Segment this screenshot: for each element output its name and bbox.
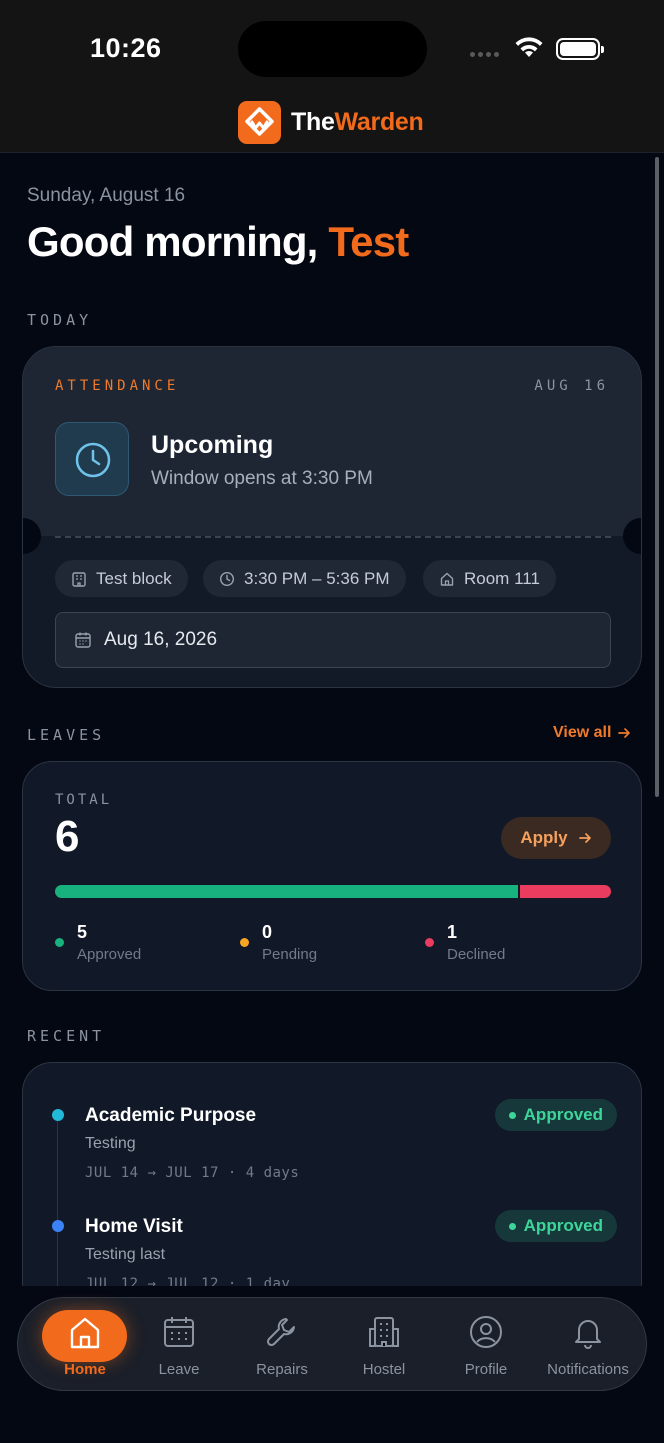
warden-logo-icon [238,101,281,144]
leave-dates: JUL 14 → JUL 17 · 4 days [85,1165,300,1181]
leave-note: Testing last [85,1246,166,1263]
block-chip: Test block [55,560,188,597]
attendance-card[interactable]: ATTENDANCE AUG 16 Upcoming Window opens … [22,346,642,688]
view-all-link[interactable]: View all [553,724,631,742]
calendar-icon [75,632,91,648]
attendance-window: Window opens at 3:30 PM [151,468,373,489]
list-item[interactable]: Academic Purpose Testing JUL 14 → JUL 17… [23,1073,643,1181]
section-label-recent: RECENT [27,1027,106,1045]
timeline-bullet [52,1220,64,1232]
leave-title: Home Visit [85,1216,183,1237]
status-badge: Approved [494,1099,617,1131]
app-header: 10:26 TheWarden [0,0,664,153]
brand-name: TheWarden [291,108,424,136]
calendar-icon [164,1317,194,1347]
date-field[interactable]: Aug 16, 2026 [55,612,611,668]
date-field-value: Aug 16, 2026 [104,629,218,650]
block-name: Test block [96,568,172,588]
bottom-nav: Home Leave Repairs Hostel Profile Notifi… [17,1297,647,1391]
bottom-nav-area: Home Leave Repairs Hostel Profile Notifi… [0,1286,664,1443]
ticket-divider [55,536,611,538]
total-label: TOTAL [55,792,113,808]
home-icon [440,572,454,586]
pending-dot [240,938,249,947]
approved-segment [55,885,519,898]
time-range-chip: 3:30 PM – 5:36 PM [203,560,406,597]
tab-profile[interactable]: Profile [436,1298,536,1392]
arrow-right-icon [578,833,591,843]
bell-icon [575,1320,601,1349]
signal-icon [470,52,499,57]
battery-icon [556,38,604,60]
leaves-progress-bar [55,885,611,898]
timeline-bullet [52,1109,64,1121]
apply-button[interactable]: Apply [501,817,611,859]
status-time: 10:26 [90,33,162,63]
time-range: 3:30 PM – 5:36 PM [244,568,390,588]
list-item[interactable]: Home Visit Testing last JUL 12 → JUL 12 … [23,1184,643,1292]
tab-notifications[interactable]: Notifications [538,1298,638,1392]
tab-leave[interactable]: Leave [129,1298,229,1392]
leave-note: Testing [85,1135,136,1152]
recent-leaves-card: Academic Purpose Testing JUL 14 → JUL 17… [22,1062,642,1322]
approved-dot [55,938,64,947]
total-leaves: 6 [55,812,80,861]
leaves-card: TOTAL 6 Apply 5 Approved 0 Pending 1 Dec… [22,761,642,991]
section-label-today: TODAY [27,311,93,329]
current-date: Sunday, August 16 [27,185,186,206]
section-label-leaves: LEAVES [27,726,106,744]
wrench-icon [266,1318,295,1347]
room-name: Room 111 [464,568,540,588]
building-icon [369,1317,399,1347]
attendance-label: ATTENDANCE [55,378,180,394]
tab-repairs[interactable]: Repairs [232,1298,332,1392]
user-circle-icon [470,1316,502,1348]
tab-hostel[interactable]: Hostel [334,1298,434,1392]
wifi-icon [515,37,543,57]
building-icon [72,571,86,587]
arrow-right-icon [618,728,631,738]
tab-home[interactable]: Home [26,1298,127,1392]
clock-icon [219,571,235,586]
dynamic-island [238,21,427,77]
greeting-title: Good morning, Test [27,218,409,265]
home-icon [70,1317,100,1349]
attendance-status: Upcoming [151,431,274,459]
leave-title: Academic Purpose [85,1105,257,1126]
declined-segment [520,885,611,898]
scrollbar[interactable] [655,157,659,797]
attendance-date: AUG 16 [534,378,609,394]
declined-dot [425,938,434,947]
clock-icon [55,422,129,496]
status-badge: Approved [494,1210,617,1242]
room-chip: Room 111 [423,560,556,597]
